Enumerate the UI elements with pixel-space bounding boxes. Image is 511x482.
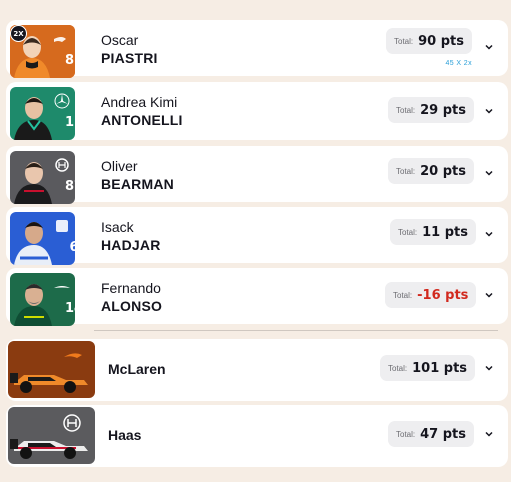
- driver-thumbnail: [10, 212, 75, 265]
- constructor-name: McLaren: [108, 361, 166, 377]
- driver-first-name: Andrea Kimi: [101, 94, 178, 110]
- car-image-icon: [8, 407, 95, 464]
- chevron-down-icon[interactable]: [484, 290, 494, 300]
- chevron-down-icon[interactable]: [484, 106, 494, 116]
- total-label: Total:: [396, 429, 416, 439]
- total-label: Total:: [396, 166, 416, 176]
- driver-thumbnail: [10, 273, 75, 326]
- total-label: Total:: [398, 227, 418, 237]
- chevron-down-icon[interactable]: [484, 42, 494, 52]
- driver-card-hadjar[interactable]: 6 Isack HADJAR Total: 11 pts: [6, 207, 508, 265]
- team-logo-icon: [56, 220, 68, 232]
- chevron-down-icon[interactable]: [484, 363, 494, 373]
- points-value: 101 pts: [412, 360, 468, 376]
- driver-last-name: PIASTRI: [101, 50, 158, 66]
- chevron-down-icon[interactable]: [484, 168, 494, 178]
- multiplier-badge: 2X: [10, 25, 27, 42]
- driver-portrait-icon: [10, 87, 75, 140]
- driver-last-name: BEARMAN: [101, 176, 174, 192]
- constructor-thumbnail: [8, 407, 95, 464]
- points-value: 20 pts: [420, 163, 466, 179]
- driver-card-antonelli[interactable]: 12 Andrea Kimi ANTONELLI Total: 29 pts: [6, 82, 508, 140]
- driver-number: 81: [64, 53, 84, 68]
- total-label: Total:: [388, 363, 408, 373]
- points-pill: Total: 101 pts: [380, 355, 476, 381]
- constructor-card-mclaren[interactable]: McLaren Total: 101 pts: [6, 339, 508, 401]
- driver-portrait-icon: [10, 273, 75, 326]
- driver-portrait-icon: [10, 151, 75, 204]
- driver-card-alonso[interactable]: 14 Fernando ALONSO Total: -16 pts: [6, 268, 508, 326]
- driver-last-name: ALONSO: [101, 298, 163, 314]
- chevron-down-icon[interactable]: [484, 229, 494, 239]
- points-pill: Total: 11 pts: [390, 219, 476, 245]
- constructor-card-haas[interactable]: Haas Total: 47 pts: [6, 405, 508, 467]
- driver-thumbnail: [10, 151, 75, 204]
- driver-last-name: ANTONELLI: [101, 112, 183, 128]
- points-pill: Total: 47 pts: [388, 421, 474, 447]
- driver-thumbnail: [10, 87, 75, 140]
- points-value: 90 pts: [418, 33, 464, 49]
- driver-portrait-icon: [10, 212, 75, 265]
- points-value: 29 pts: [420, 102, 466, 118]
- points-pill: Total: 20 pts: [388, 158, 474, 184]
- total-label: Total:: [394, 36, 414, 46]
- driver-last-name: HADJAR: [101, 237, 161, 253]
- constructor-name: Haas: [108, 427, 142, 443]
- driver-number: 14: [64, 301, 84, 316]
- driver-first-name: Oliver: [101, 158, 138, 174]
- points-pill: Total: -16 pts: [385, 282, 477, 308]
- driver-number: 12: [64, 115, 84, 130]
- driver-first-name: Fernando: [101, 280, 161, 296]
- multiplier-note: 45 X 2x: [445, 60, 472, 67]
- driver-card-bearman[interactable]: 87 Oliver BEARMAN Total: 20 pts: [6, 146, 508, 204]
- points-value: 11 pts: [422, 224, 468, 240]
- driver-card-piastri[interactable]: 2X 81 Oscar PIASTRI Total: 90 pts 45 X 2…: [6, 20, 508, 78]
- driver-number: 6: [69, 240, 79, 255]
- points-pill: Total: 90 pts: [386, 28, 472, 54]
- driver-number: 87: [64, 179, 84, 194]
- total-label: Total:: [393, 290, 413, 300]
- total-label: Total:: [396, 105, 416, 115]
- driver-first-name: Oscar: [101, 32, 139, 48]
- chevron-down-icon[interactable]: [484, 429, 494, 439]
- section-divider: [94, 330, 498, 331]
- driver-first-name: Isack: [101, 219, 134, 235]
- points-value-negative: -16 pts: [417, 287, 469, 303]
- constructor-thumbnail: [8, 341, 95, 398]
- points-value: 47 pts: [420, 426, 466, 442]
- car-image-icon: [8, 341, 95, 398]
- points-pill: Total: 29 pts: [388, 97, 474, 123]
